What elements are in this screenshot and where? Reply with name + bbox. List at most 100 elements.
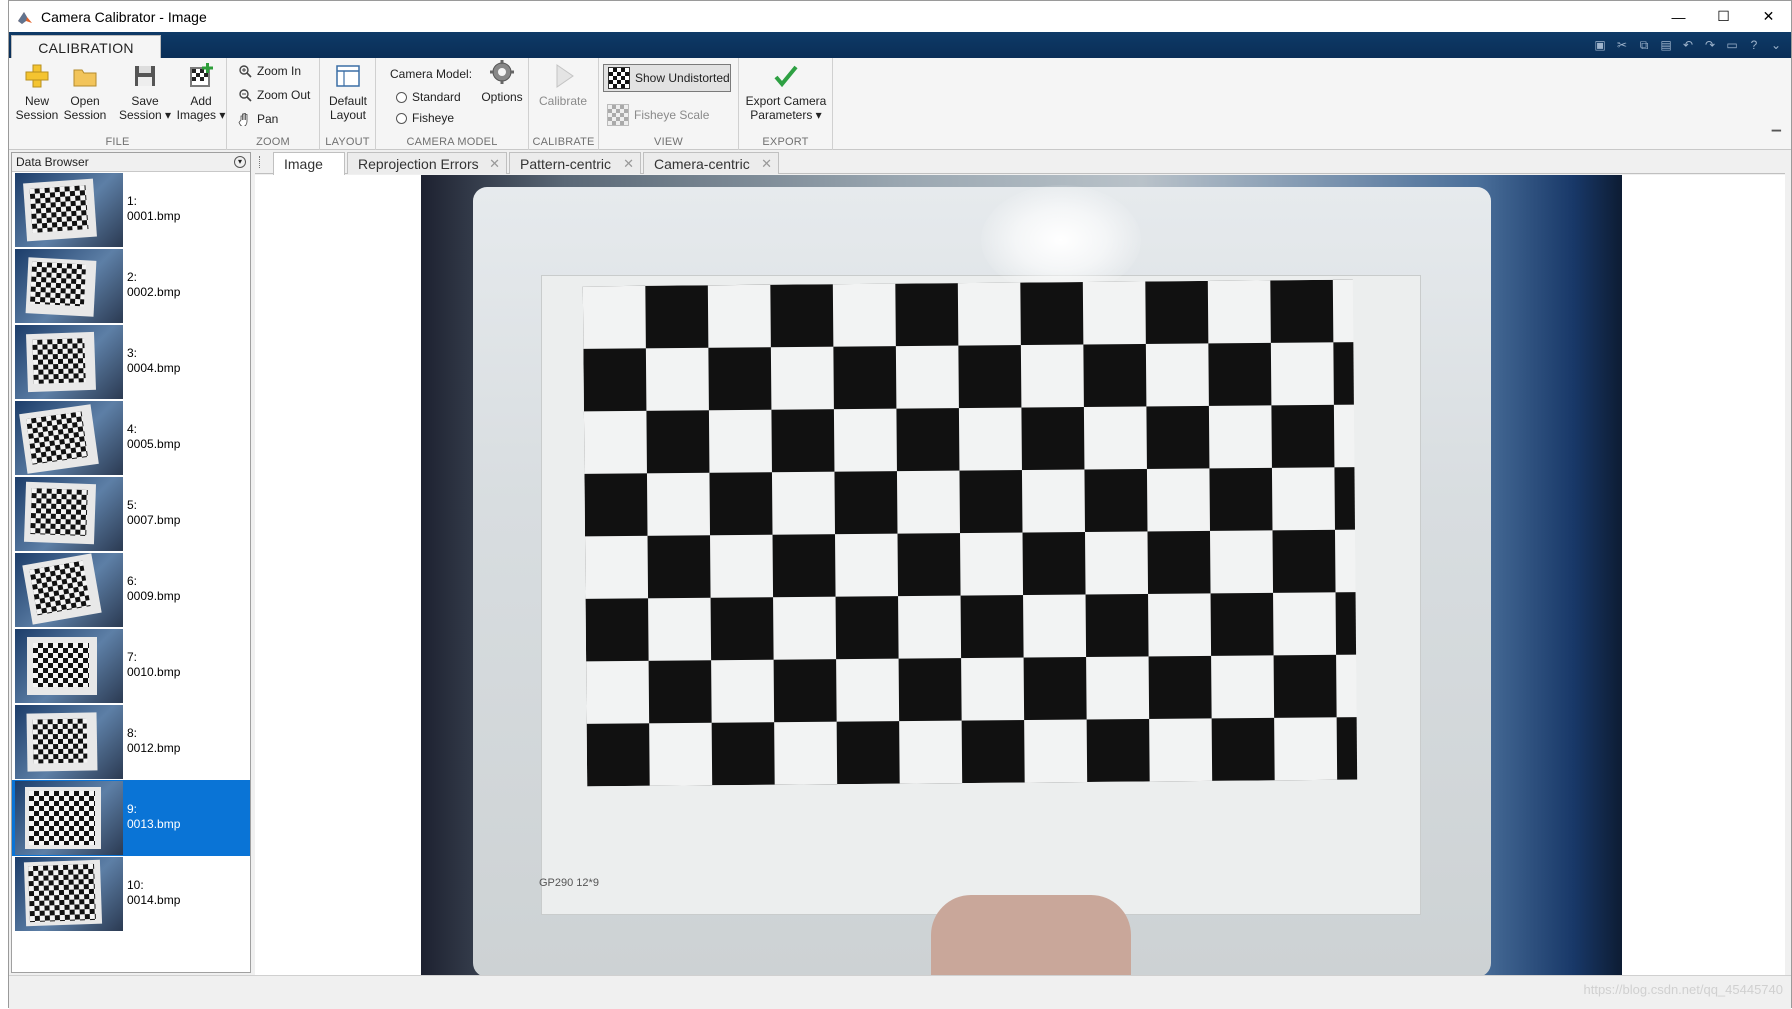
- thumbnail-label: 9: 0013.bmp: [127, 802, 180, 856]
- tab-camera-centric[interactable]: Camera-centric ✕: [643, 152, 779, 174]
- group-layout: Default Layout LAYOUT: [320, 58, 376, 150]
- thumbnail-checkerboard: [30, 488, 88, 536]
- group-label-layout: LAYOUT: [325, 136, 370, 148]
- help-icon[interactable]: ?: [1745, 36, 1763, 54]
- collapse-ribbon-icon[interactable]: ▔: [1772, 130, 1781, 144]
- zoom-in-label: Zoom In: [257, 64, 302, 78]
- undo-icon[interactable]: ↶: [1679, 36, 1697, 54]
- layout-icon[interactable]: ▭: [1723, 36, 1741, 54]
- group-export: Export Camera Parameters ▾ EXPORT: [739, 58, 833, 150]
- list-item[interactable]: 6: 0009.bmp: [12, 552, 250, 628]
- open-session-label-1: Open: [70, 94, 100, 108]
- thumbnail-filename: 0012.bmp: [127, 741, 181, 755]
- thumbnail-filename: 0014.bmp: [127, 893, 181, 907]
- list-item[interactable]: 4: 0005.bmp: [12, 400, 250, 476]
- ribbon-toolstrip: New Session Open Session Save Session ▾: [9, 58, 1791, 150]
- pan-label: Pan: [257, 112, 279, 126]
- thumbnail-checkerboard: [33, 643, 89, 687]
- thumbnail-filename: 0010.bmp: [127, 665, 181, 679]
- tab-calibration[interactable]: CALIBRATION: [11, 35, 161, 59]
- list-item[interactable]: 9: 0013.bmp: [12, 780, 250, 856]
- matlab-app-icon: [18, 11, 32, 24]
- list-item[interactable]: 5: 0007.bmp: [12, 476, 250, 552]
- list-item[interactable]: 10: 0014.bmp: [12, 856, 250, 932]
- close-tab-icon[interactable]: ✕: [761, 156, 772, 172]
- group-label-view: VIEW: [654, 136, 683, 148]
- ribbon-tab-strip: CALIBRATION ▣ ✂ ⧉ ▤ ↶ ↷ ▭ ? ⌄: [9, 32, 1791, 59]
- light-glare: [981, 185, 1141, 295]
- copy-icon[interactable]: ⧉: [1635, 36, 1653, 54]
- save-icon[interactable]: ▣: [1591, 36, 1609, 54]
- maximize-button[interactable]: ☐: [1701, 1, 1746, 32]
- folder-open-icon: [73, 69, 97, 87]
- export-camera-parameters-button[interactable]: Export Camera Parameters ▾: [741, 62, 831, 122]
- redo-icon[interactable]: ↷: [1701, 36, 1719, 54]
- calibrate-button[interactable]: Calibrate: [537, 62, 589, 108]
- chevron-down-icon[interactable]: ⌄: [1767, 36, 1785, 54]
- group-label-file: FILE: [105, 136, 130, 148]
- radio-circle-icon: [396, 112, 407, 124]
- add-images-button[interactable]: Add Images ▾: [175, 62, 227, 122]
- thumbnail-label: 4: 0005.bmp: [127, 422, 180, 476]
- calibrate-label: Calibrate: [538, 94, 588, 108]
- layout-icon: [336, 65, 360, 87]
- add-images-icon: [190, 63, 213, 87]
- thumbnail-checkerboard: [32, 718, 88, 764]
- new-session-label-2: Session: [15, 108, 59, 122]
- add-images-label-1: Add: [190, 94, 212, 108]
- hand: [931, 895, 1131, 975]
- tab-reprojection-errors[interactable]: Reprojection Errors ✕: [347, 152, 507, 174]
- list-item[interactable]: 7: 0010.bmp: [12, 628, 250, 704]
- calibration-image[interactable]: GP290 12*9: [421, 175, 1622, 975]
- close-button[interactable]: ✕: [1746, 1, 1791, 32]
- list-item[interactable]: 3: 0004.bmp: [12, 324, 250, 400]
- paste-icon[interactable]: ▤: [1657, 36, 1675, 54]
- fisheye-scale-button[interactable]: Fisheye Scale: [607, 104, 709, 126]
- fisheye-label: Fisheye: [412, 111, 455, 125]
- list-item[interactable]: 2: 0002.bmp: [12, 248, 250, 324]
- thumbnail-image: [15, 553, 123, 627]
- thumbnail-label: 3: 0004.bmp: [127, 346, 180, 400]
- zoom-out-button[interactable]: Zoom Out: [238, 88, 310, 102]
- panel-options-icon[interactable]: ▾: [234, 156, 246, 168]
- thumbnail-image: [15, 173, 123, 247]
- fisheye-radio[interactable]: Fisheye: [396, 111, 454, 125]
- export-label-2: Parameters ▾: [750, 108, 822, 122]
- new-session-icon: [25, 64, 49, 88]
- tab-image[interactable]: Image: [273, 152, 345, 175]
- zoom-out-icon: [239, 89, 252, 102]
- pan-button[interactable]: Pan: [238, 112, 278, 126]
- thumbnail-checkerboard: [29, 791, 95, 845]
- thumbnail-list: 1: 0001.bmp 2: 0002.bmp 3: 0004.bmp 4: 0005.bmp…: [12, 172, 250, 932]
- play-icon: [556, 64, 574, 88]
- default-layout-label-1: Default: [328, 94, 368, 108]
- close-tab-icon[interactable]: ✕: [489, 156, 500, 172]
- minimize-button[interactable]: —: [1656, 1, 1701, 32]
- data-browser-header: Data Browser ▾: [12, 153, 250, 172]
- open-session-button[interactable]: Open Session: [59, 62, 111, 122]
- thumbnail-image: [15, 705, 123, 779]
- new-session-button[interactable]: New Session: [11, 62, 63, 122]
- image-viewer[interactable]: GP290 12*9: [255, 175, 1785, 975]
- thumbnail-image: [15, 477, 123, 551]
- close-tab-icon[interactable]: ✕: [623, 156, 634, 172]
- save-session-button[interactable]: Save Session ▾: [117, 62, 173, 122]
- list-item[interactable]: 8: 0012.bmp: [12, 704, 250, 780]
- group-label-export: EXPORT: [762, 136, 809, 148]
- default-layout-button[interactable]: Default Layout: [322, 62, 374, 122]
- watermark-text: https://blog.csdn.net/qq_45445740: [1583, 982, 1784, 997]
- drag-grip-icon[interactable]: [259, 156, 263, 168]
- show-undistorted-toggle[interactable]: Show Undistorted: [603, 64, 731, 92]
- list-item[interactable]: 1: 0001.bmp: [12, 172, 250, 248]
- zoom-in-button[interactable]: Zoom In: [238, 64, 301, 78]
- camera-calibrator-window: Camera Calibrator - Image — ☐ ✕ CALIBRAT…: [8, 0, 1792, 1009]
- gear-icon: [490, 60, 514, 84]
- cut-icon[interactable]: ✂: [1613, 36, 1631, 54]
- title-bar: Camera Calibrator - Image — ☐ ✕: [9, 1, 1791, 32]
- status-bar: https://blog.csdn.net/qq_45445740: [9, 975, 1791, 1009]
- thumbnail-checkerboard: [26, 411, 88, 465]
- tab-pattern-centric[interactable]: Pattern-centric ✕: [509, 152, 641, 174]
- thumbnail-image: [15, 857, 123, 931]
- standard-radio[interactable]: Standard: [396, 90, 461, 104]
- options-button[interactable]: Options: [476, 58, 528, 104]
